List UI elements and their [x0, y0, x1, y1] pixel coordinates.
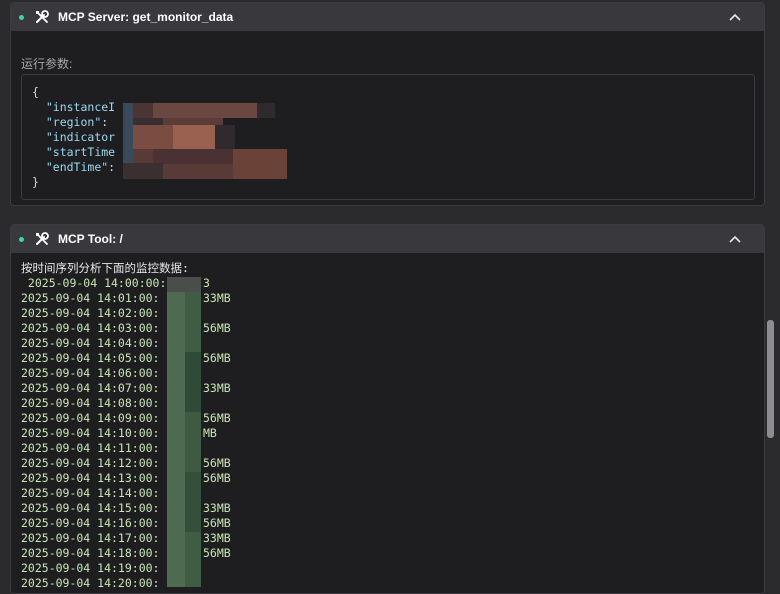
- data-row: 2025-09-04 14:08:00: 1: [21, 396, 189, 411]
- row-timestamp: 2025-09-04 14:16:00: 1: [21, 516, 174, 530]
- params-label: 运行参数:: [21, 57, 73, 71]
- data-row: 2025-09-04 14:14:00: 1: [21, 486, 189, 501]
- data-row: 2025-09-04 14:12:00: 1 56MB: [21, 456, 231, 471]
- row-timestamp: 2025-09-04 14:11:00: 1: [21, 441, 174, 455]
- intro-text: 按时间序列分析下面的监控数据:: [21, 261, 189, 275]
- row-value-suffix: 56MB: [203, 321, 231, 335]
- row-value-suffix: 56MB: [203, 351, 231, 365]
- data-row: 2025-09-04 14:09:00: 1 56MB: [21, 411, 231, 426]
- row-timestamp: 2025-09-04 14:17:00: 1: [21, 531, 174, 545]
- row-value-suffix: 56MB: [203, 516, 231, 530]
- row-timestamp: 2025-09-04 14:15:00: 1: [21, 501, 174, 515]
- panel-header[interactable]: MCP Tool: /: [11, 225, 764, 253]
- row-timestamp: 2025-09-04 14:01:00: 1: [21, 291, 174, 305]
- row-value-suffix: 3: [203, 276, 210, 290]
- row-timestamp: 2025-09-04 14:03:00: 1: [21, 321, 174, 335]
- row-timestamp: 2025-09-04 14:00:00:: [21, 276, 174, 290]
- panel-title: MCP Server: get_monitor_data: [58, 10, 234, 24]
- monitor-data-text: 按时间序列分析下面的监控数据: 2025-09-04 14:00:00: 3 20…: [21, 261, 231, 591]
- row-timestamp: 2025-09-04 14:07:00: 1: [21, 381, 174, 395]
- panel-header[interactable]: MCP Server: get_monitor_data: [11, 3, 764, 31]
- data-row: 2025-09-04 14:15:00: 1 33MB: [21, 501, 231, 516]
- chevron-up-icon[interactable]: [728, 10, 742, 24]
- redacted-values: [167, 277, 201, 587]
- data-row: 2025-09-04 14:01:00: 1 33MB: [21, 291, 231, 306]
- row-timestamp: 2025-09-04 14:19:00: 1: [21, 561, 174, 575]
- chevron-up-icon[interactable]: [728, 232, 742, 246]
- data-row: 2025-09-04 14:20:00: 1: [21, 576, 189, 591]
- data-row: 2025-09-04 14:18:00: 1 56MB: [21, 546, 231, 561]
- data-row: 2025-09-04 14:11:00: 1: [21, 441, 189, 456]
- data-row: 2025-09-04 14:07:00: 1 33MB: [21, 381, 231, 396]
- row-value-suffix: MB: [203, 426, 217, 440]
- data-row: 2025-09-04 14:06:00: 1: [21, 366, 189, 381]
- row-value-suffix: 56MB: [203, 546, 231, 560]
- tools-icon: [34, 231, 50, 247]
- row-timestamp: 2025-09-04 14:10:00: 1: [21, 426, 174, 440]
- mcp-tool-panel: MCP Tool: / 按时间序列分析下面的监控数据: 2025-09-04 1…: [10, 224, 765, 594]
- row-timestamp: 2025-09-04 14:02:00: 1: [21, 306, 174, 320]
- row-value-suffix: 56MB: [203, 411, 231, 425]
- data-row: 2025-09-04 14:17:00: 1 33MB: [21, 531, 231, 546]
- row-timestamp: 2025-09-04 14:18:00: 1: [21, 546, 174, 560]
- json-open-brace: {: [32, 85, 39, 99]
- data-row: 2025-09-04 14:13:00: 1 56MB: [21, 471, 231, 486]
- row-timestamp: 2025-09-04 14:13:00: 1: [21, 471, 174, 485]
- data-row: 2025-09-04 14:05:00: 1 56MB: [21, 351, 231, 366]
- status-dot: [19, 14, 24, 20]
- row-timestamp: 2025-09-04 14:06:00: 1: [21, 366, 174, 380]
- data-row: 2025-09-04 14:00:00: 3: [21, 276, 210, 291]
- data-row: 2025-09-04 14:03:00: 1 56MB: [21, 321, 231, 336]
- row-timestamp: 2025-09-04 14:12:00: 1: [21, 456, 174, 470]
- row-timestamp: 2025-09-04 14:05:00: 1: [21, 351, 174, 365]
- tools-icon: [34, 9, 50, 25]
- redacted-values: [123, 103, 287, 179]
- data-row: 2025-09-04 14:02:00: 1: [21, 306, 189, 321]
- row-value-suffix: 33MB: [203, 531, 231, 545]
- row-timestamp: 2025-09-04 14:20:00: 1: [21, 576, 174, 590]
- row-value-suffix: 33MB: [203, 291, 231, 305]
- data-row: 2025-09-04 14:10:00: 1 MB: [21, 426, 217, 441]
- data-row: 2025-09-04 14:19:00: 1: [21, 561, 189, 576]
- row-value-suffix: 56MB: [203, 456, 231, 470]
- row-value-suffix: 56MB: [203, 471, 231, 485]
- row-value-suffix: 33MB: [203, 501, 231, 515]
- panel-title: MCP Tool: /: [58, 232, 123, 246]
- status-dot: [19, 236, 24, 242]
- row-timestamp: 2025-09-04 14:04:00: 1: [21, 336, 174, 350]
- row-timestamp: 2025-09-04 14:08:00: 1: [21, 396, 174, 410]
- row-timestamp: 2025-09-04 14:09:00: 1: [21, 411, 174, 425]
- mcp-server-panel: MCP Server: get_monitor_data 运行参数: { "in…: [10, 2, 765, 206]
- data-row: 2025-09-04 14:16:00: 1 56MB: [21, 516, 231, 531]
- scrollbar[interactable]: [767, 320, 774, 438]
- row-timestamp: 2025-09-04 14:14:00: 1: [21, 486, 174, 500]
- data-row: 2025-09-04 14:04:00: 1: [21, 336, 189, 351]
- row-value-suffix: 33MB: [203, 381, 231, 395]
